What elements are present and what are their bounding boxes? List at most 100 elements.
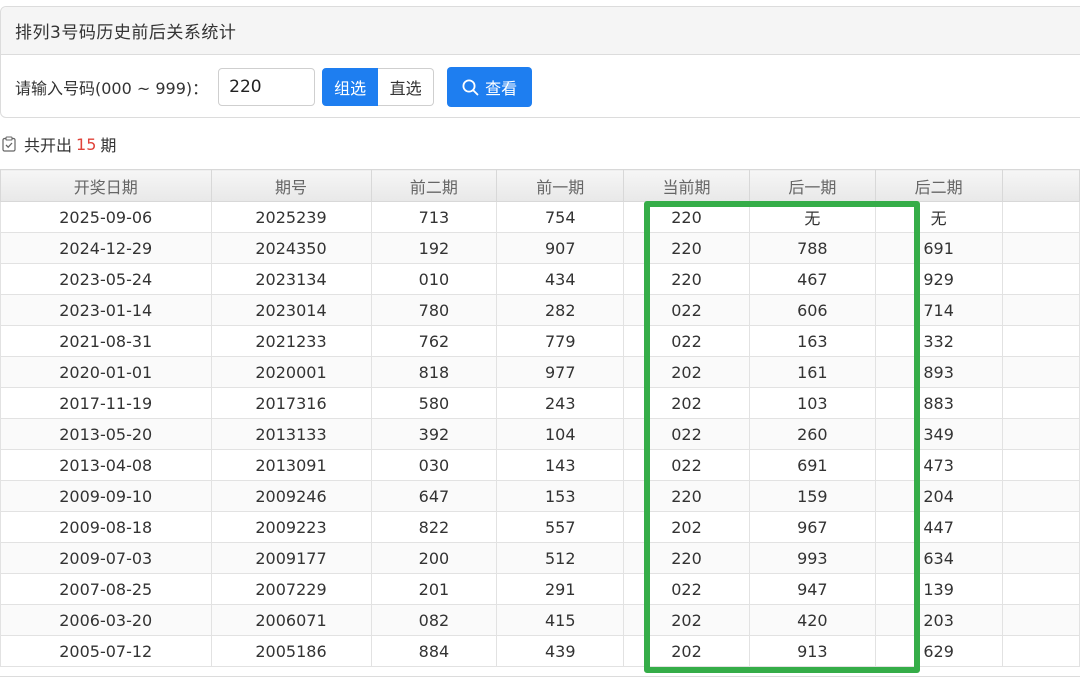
table-row: 2009-09-10 2009246 647 153 220 159 204 [0, 480, 1080, 512]
cell-prev-2: 030 [370, 449, 498, 481]
summary-suffix: 期 [100, 136, 117, 155]
cell-current: 220 [623, 263, 750, 295]
cell-prev-1: 754 [496, 201, 625, 233]
cell-draw-date: 2023-01-14 [0, 294, 212, 326]
cell-draw-date: 2009-09-10 [0, 480, 212, 512]
cell-next-1: 103 [748, 387, 876, 419]
cell-prev-1: 907 [496, 232, 625, 264]
cell-prev-2: 822 [370, 511, 498, 543]
cell-draw-date: 2009-07-03 [0, 542, 212, 574]
cell-next-1: 691 [748, 449, 876, 481]
cell-issue: 2009246 [210, 480, 372, 512]
cell-next-2: 203 [874, 604, 1003, 636]
table-row: 2017-11-19 2017316 580 243 202 103 883 [0, 387, 1080, 419]
direct-selection-button[interactable]: 直选 [378, 68, 435, 106]
cell-current: 202 [623, 356, 750, 388]
cell-next-2: 447 [874, 511, 1003, 543]
cell-draw-date: 2009-08-18 [0, 511, 212, 543]
cell-next-1: 947 [748, 573, 876, 605]
cell-prev-2: 884 [370, 635, 498, 667]
cell-extra [1001, 325, 1080, 357]
cell-issue: 2009177 [210, 542, 372, 574]
summary-prefix: 共开出 [24, 136, 73, 155]
cell-prev-1: 104 [496, 418, 625, 450]
column-header-prev-2[interactable]: 前二期 [370, 169, 498, 202]
cell-current: 202 [623, 635, 750, 667]
column-header-issue[interactable]: 期号 [210, 169, 372, 202]
cell-extra [1001, 201, 1080, 233]
cell-prev-2: 192 [370, 232, 498, 264]
cell-current: 202 [623, 387, 750, 419]
table-row: 2023-05-24 2023134 010 434 220 467 929 [0, 263, 1080, 295]
cell-draw-date: 2007-08-25 [0, 573, 212, 605]
cell-next-2: 634 [874, 542, 1003, 574]
cell-prev-2: 392 [370, 418, 498, 450]
result-summary: 共开出 15 期 [2, 132, 116, 156]
group-selection-button[interactable]: 组选 [322, 68, 379, 106]
cell-prev-2: 082 [370, 604, 498, 636]
cell-draw-date: 2021-08-31 [0, 325, 212, 357]
column-header-next-1[interactable]: 后一期 [748, 169, 876, 202]
cell-next-2: 629 [874, 635, 1003, 667]
cell-next-1: 161 [748, 356, 876, 388]
cell-extra [1001, 604, 1080, 636]
cell-issue: 2023014 [210, 294, 372, 326]
table-row: 2021-08-31 2021233 762 779 022 163 332 [0, 325, 1080, 357]
cell-next-1: 159 [748, 480, 876, 512]
table-row: 2007-08-25 2007229 201 291 022 947 139 [0, 573, 1080, 605]
cell-issue: 2005186 [210, 635, 372, 667]
cell-prev-1: 291 [496, 573, 625, 605]
cell-issue: 2024350 [210, 232, 372, 264]
cell-current: 022 [623, 294, 750, 326]
cell-next-2: 204 [874, 480, 1003, 512]
table-header-row: 开奖日期 期号 前二期 前一期 当前期 后一期 后二期 [0, 169, 1080, 202]
cell-extra [1001, 449, 1080, 481]
cell-next-1: 993 [748, 542, 876, 574]
cell-prev-2: 647 [370, 480, 498, 512]
column-header-current[interactable]: 当前期 [623, 169, 750, 202]
cell-draw-date: 2013-05-20 [0, 418, 212, 450]
draw-count: 15 [76, 134, 97, 154]
number-input[interactable] [218, 68, 316, 106]
column-header-prev-1[interactable]: 前一期 [496, 169, 625, 202]
cell-current: 220 [623, 232, 750, 264]
cell-next-1: 606 [748, 294, 876, 326]
next-panel-edge [0, 676, 1080, 681]
column-header-draw-date[interactable]: 开奖日期 [0, 169, 212, 202]
table-row: 2025-09-06 2025239 713 754 220 无无 [0, 201, 1080, 233]
cell-next-2: 929 [874, 263, 1003, 295]
cell-prev-1: 282 [496, 294, 625, 326]
cell-prev-1: 434 [496, 263, 625, 295]
cell-current: 022 [623, 325, 750, 357]
cell-next-2: 349 [874, 418, 1003, 450]
cell-issue: 2017316 [210, 387, 372, 419]
column-header-next-2[interactable]: 后二期 [874, 169, 1003, 202]
cell-prev-1: 977 [496, 356, 625, 388]
cell-next-1: 467 [748, 263, 876, 295]
table-row: 2023-01-14 2023014 780 282 022 606 714 [0, 294, 1080, 326]
cell-draw-date: 2020-01-01 [0, 356, 212, 388]
column-header-extra [1001, 169, 1080, 202]
table-row: 2024-12-29 2024350 192 907 220 788 691 [0, 232, 1080, 264]
cell-prev-2: 580 [370, 387, 498, 419]
cell-extra [1001, 635, 1080, 667]
cell-prev-1: 779 [496, 325, 625, 357]
cell-draw-date: 2023-05-24 [0, 263, 212, 295]
search-icon [462, 79, 479, 95]
selection-mode-toggle: 组选 直选 [322, 68, 435, 106]
cell-prev-1: 512 [496, 542, 625, 574]
view-button[interactable]: 查看 [447, 67, 533, 107]
cell-prev-2: 818 [370, 356, 498, 388]
cell-next-1: 788 [748, 232, 876, 264]
cell-prev-1: 153 [496, 480, 625, 512]
cell-issue: 2013091 [210, 449, 372, 481]
query-row: 请输入号码(000 ~ 999)： 组选 直选 查看 [15, 67, 533, 107]
cell-current: 022 [623, 573, 750, 605]
cell-extra [1001, 387, 1080, 419]
cell-current: 220 [623, 480, 750, 512]
cell-extra [1001, 356, 1080, 388]
cell-next-2: 无 [874, 201, 1003, 233]
cell-issue: 2006071 [210, 604, 372, 636]
cell-issue: 2023134 [210, 263, 372, 295]
cell-prev-2: 201 [370, 573, 498, 605]
